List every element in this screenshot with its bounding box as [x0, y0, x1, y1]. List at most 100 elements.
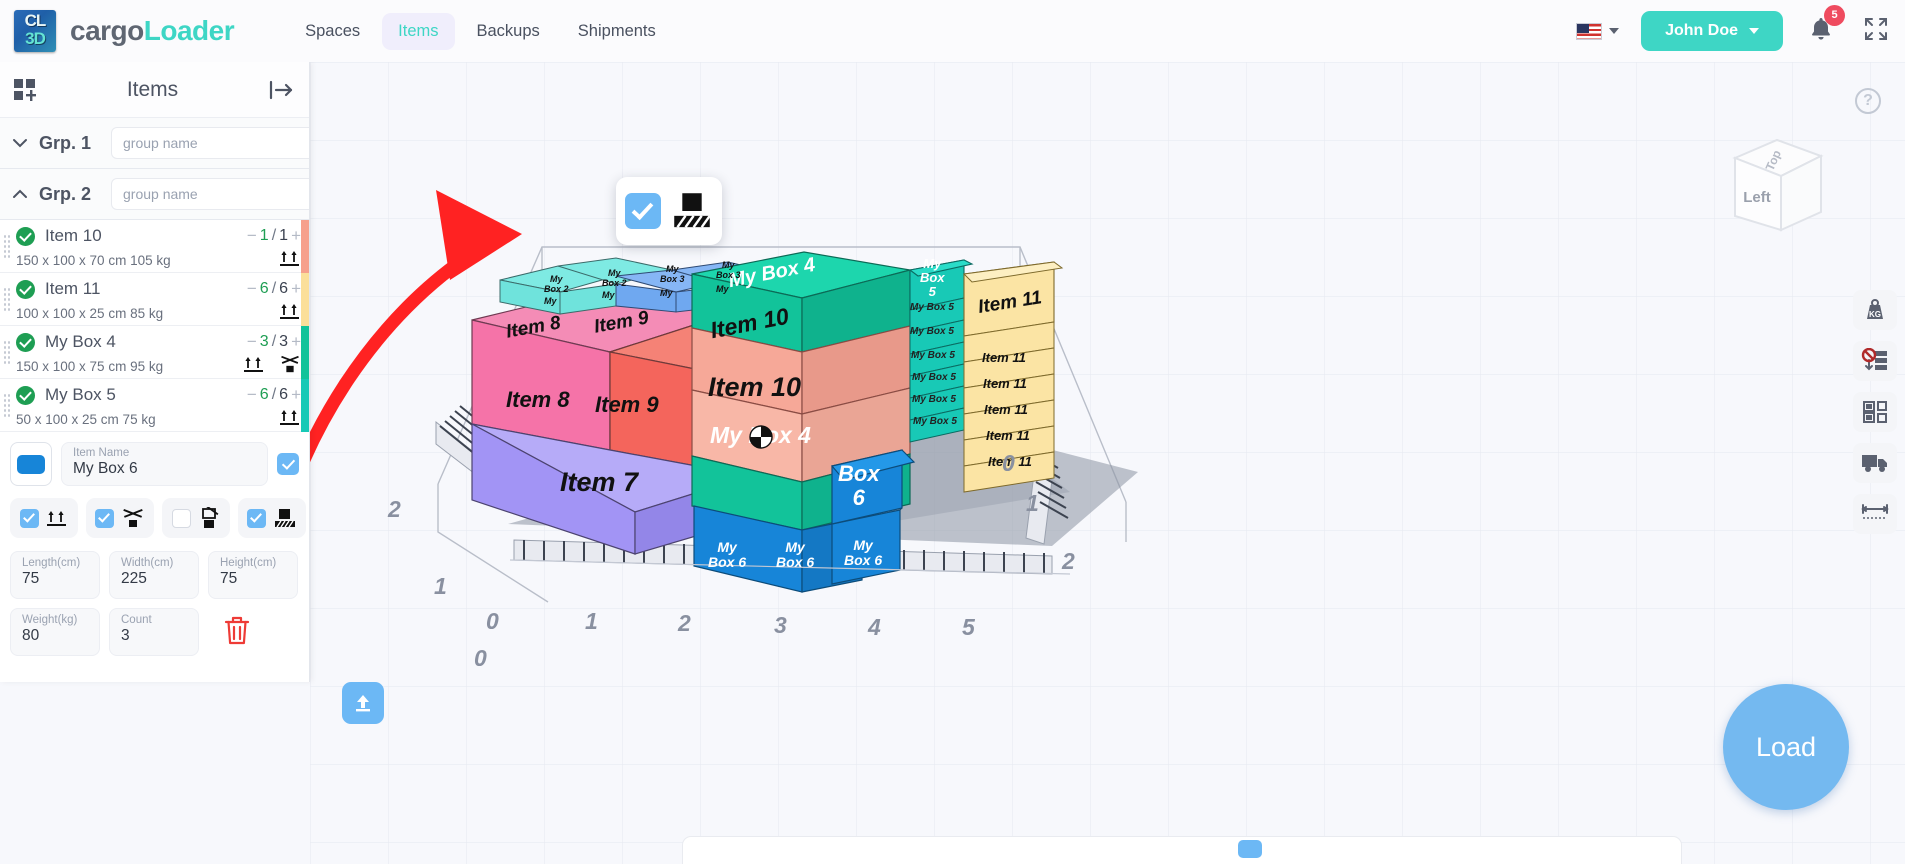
item-counter: − 6 / 6 +: [247, 385, 301, 405]
nav-item-shipments[interactable]: Shipments: [562, 13, 672, 50]
chevron-up-icon[interactable]: [11, 185, 29, 203]
nav-item-spaces[interactable]: Spaces: [289, 13, 376, 50]
notifications-button[interactable]: 5: [1809, 4, 1845, 47]
color-picker-button[interactable]: [10, 442, 52, 486]
height-label: Height(cm): [220, 557, 277, 569]
tool-label-kg: KG: [1869, 310, 1881, 319]
nav-item-backups[interactable]: Backups: [461, 13, 556, 50]
flag-do-not-stack[interactable]: [86, 498, 154, 538]
chevron-down-icon: [1609, 28, 1620, 34]
axis-label-left-1: 1: [434, 573, 447, 599]
flag-this-way-up[interactable]: [10, 498, 78, 538]
confirm-name-button[interactable]: [277, 453, 299, 475]
count-sep: /: [271, 386, 277, 403]
item-name-field[interactable]: Item Name My Box 6: [61, 442, 268, 486]
item-color-strip: [301, 220, 309, 273]
table-row[interactable]: My Box 4 − 3 / 3 + 150 x 100 x 75 cm 95 …: [0, 326, 309, 379]
flag-floor-load[interactable]: [238, 498, 306, 538]
logo-line-1: CL: [24, 11, 47, 30]
drag-handle[interactable]: [3, 234, 11, 258]
do-not-stack-icon[interactable]: [279, 354, 301, 374]
item-checkbox[interactable]: [16, 385, 35, 405]
count-sep: /: [271, 227, 277, 244]
weight-value: 80: [22, 627, 40, 644]
checkbox-checked[interactable]: [247, 508, 266, 528]
weight-field[interactable]: Weight(kg) 80: [10, 608, 100, 656]
3d-viewport[interactable]: My Box 4 Item 10 Item 10 My Box 4 Item 8…: [310, 62, 1905, 864]
checkbox-checked[interactable]: [20, 508, 39, 528]
decrement-button[interactable]: −: [247, 385, 257, 405]
this-way-up-icon[interactable]: [279, 301, 301, 321]
truck-icon[interactable]: [1853, 443, 1897, 483]
fullscreen-expand-icon[interactable]: [1863, 16, 1889, 47]
item-counter: − 3 / 3 +: [247, 332, 301, 352]
nav-item-items[interactable]: Items: [382, 12, 455, 50]
flag-no-stack-box[interactable]: [162, 498, 230, 538]
decrement-button[interactable]: −: [247, 332, 257, 352]
view-orientation-cube[interactable]: Top Left: [1721, 132, 1831, 237]
width-field[interactable]: Width(cm) 225: [109, 551, 199, 599]
bottom-control-1[interactable]: [1238, 840, 1262, 858]
help-question-icon[interactable]: ?: [1855, 88, 1881, 114]
chevron-down-icon[interactable]: [11, 134, 29, 152]
drag-handle[interactable]: [3, 287, 11, 311]
increment-button[interactable]: +: [291, 332, 301, 352]
this-way-up-icon[interactable]: [243, 354, 265, 374]
layout-grid-icon[interactable]: [1853, 392, 1897, 432]
increment-button[interactable]: +: [291, 226, 301, 246]
table-row[interactable]: Item 10 − 1 / 1 + 150 x 100 x 70 cm 105 …: [0, 220, 309, 273]
item-color-strip: [301, 326, 309, 379]
this-way-up-icon[interactable]: [279, 248, 301, 268]
height-value: 75: [220, 570, 238, 587]
count-total: 1: [279, 227, 289, 244]
group-row-1[interactable]: Grp. 1: [0, 118, 309, 169]
axis-label-left-2: 2: [388, 496, 401, 522]
axis-label-right-0: 0: [1002, 450, 1015, 476]
count-field[interactable]: Count 3: [109, 608, 199, 656]
drag-handle[interactable]: [3, 393, 11, 417]
increment-button[interactable]: +: [291, 385, 301, 405]
drag-handle[interactable]: [3, 340, 11, 364]
cargoloader-logo-icon[interactable]: CL 3D: [14, 10, 56, 52]
item-name-label: Item Name: [73, 447, 130, 459]
bottom-panel[interactable]: [682, 836, 1682, 864]
group-name-input-1[interactable]: [111, 127, 309, 159]
group-name-input-2[interactable]: [111, 178, 309, 210]
brand-loader: Loader: [143, 15, 235, 46]
item-checkbox[interactable]: [16, 279, 35, 299]
checkbox-checked[interactable]: [95, 508, 114, 528]
count-current: 3: [259, 333, 269, 350]
width-label: Width(cm): [121, 557, 174, 569]
item-checkbox[interactable]: [16, 332, 35, 352]
this-way-up-icon[interactable]: [279, 407, 301, 427]
user-menu-button[interactable]: John Doe: [1641, 11, 1783, 51]
load-button[interactable]: Load: [1723, 684, 1849, 810]
weight-kg-icon[interactable]: KG: [1853, 290, 1897, 330]
checkbox-unchecked[interactable]: [172, 508, 191, 528]
length-field[interactable]: Length(cm) 75: [10, 551, 100, 599]
height-field[interactable]: Height(cm) 75: [208, 551, 298, 599]
length-value: 75: [22, 570, 40, 587]
add-grid-item-icon[interactable]: [14, 78, 37, 101]
item-name-value: My Box 6: [73, 460, 138, 477]
language-selector[interactable]: [1576, 22, 1620, 40]
group-row-2[interactable]: Grp. 2: [0, 169, 309, 220]
measure-ruler-icon[interactable]: [1853, 494, 1897, 534]
increment-button[interactable]: +: [291, 279, 301, 299]
upload-icon[interactable]: [342, 682, 384, 724]
brand-cargo: cargo: [70, 15, 144, 46]
table-row[interactable]: My Box 5 − 6 / 6 + 50 x 100 x 25 cm 75 k…: [0, 379, 309, 432]
checkbox-checked[interactable]: [625, 193, 661, 229]
brand-title[interactable]: cargoLoader: [70, 15, 235, 47]
no-stacking-down-icon[interactable]: [1853, 341, 1897, 381]
item-checkbox[interactable]: [16, 226, 35, 246]
collapse-panel-icon[interactable]: [269, 79, 295, 101]
table-row[interactable]: Item 11 − 6 / 6 + 100 x 100 x 25 cm 85 k…: [0, 273, 309, 326]
width-value: 225: [121, 570, 147, 587]
decrement-button[interactable]: −: [247, 279, 257, 299]
decrement-button[interactable]: −: [247, 226, 257, 246]
trash-icon[interactable]: [222, 614, 252, 651]
item-name-label: My Box 5: [45, 385, 116, 404]
floor-load-toggle-popup[interactable]: [616, 177, 722, 245]
weight-label: Weight(kg): [22, 614, 78, 626]
